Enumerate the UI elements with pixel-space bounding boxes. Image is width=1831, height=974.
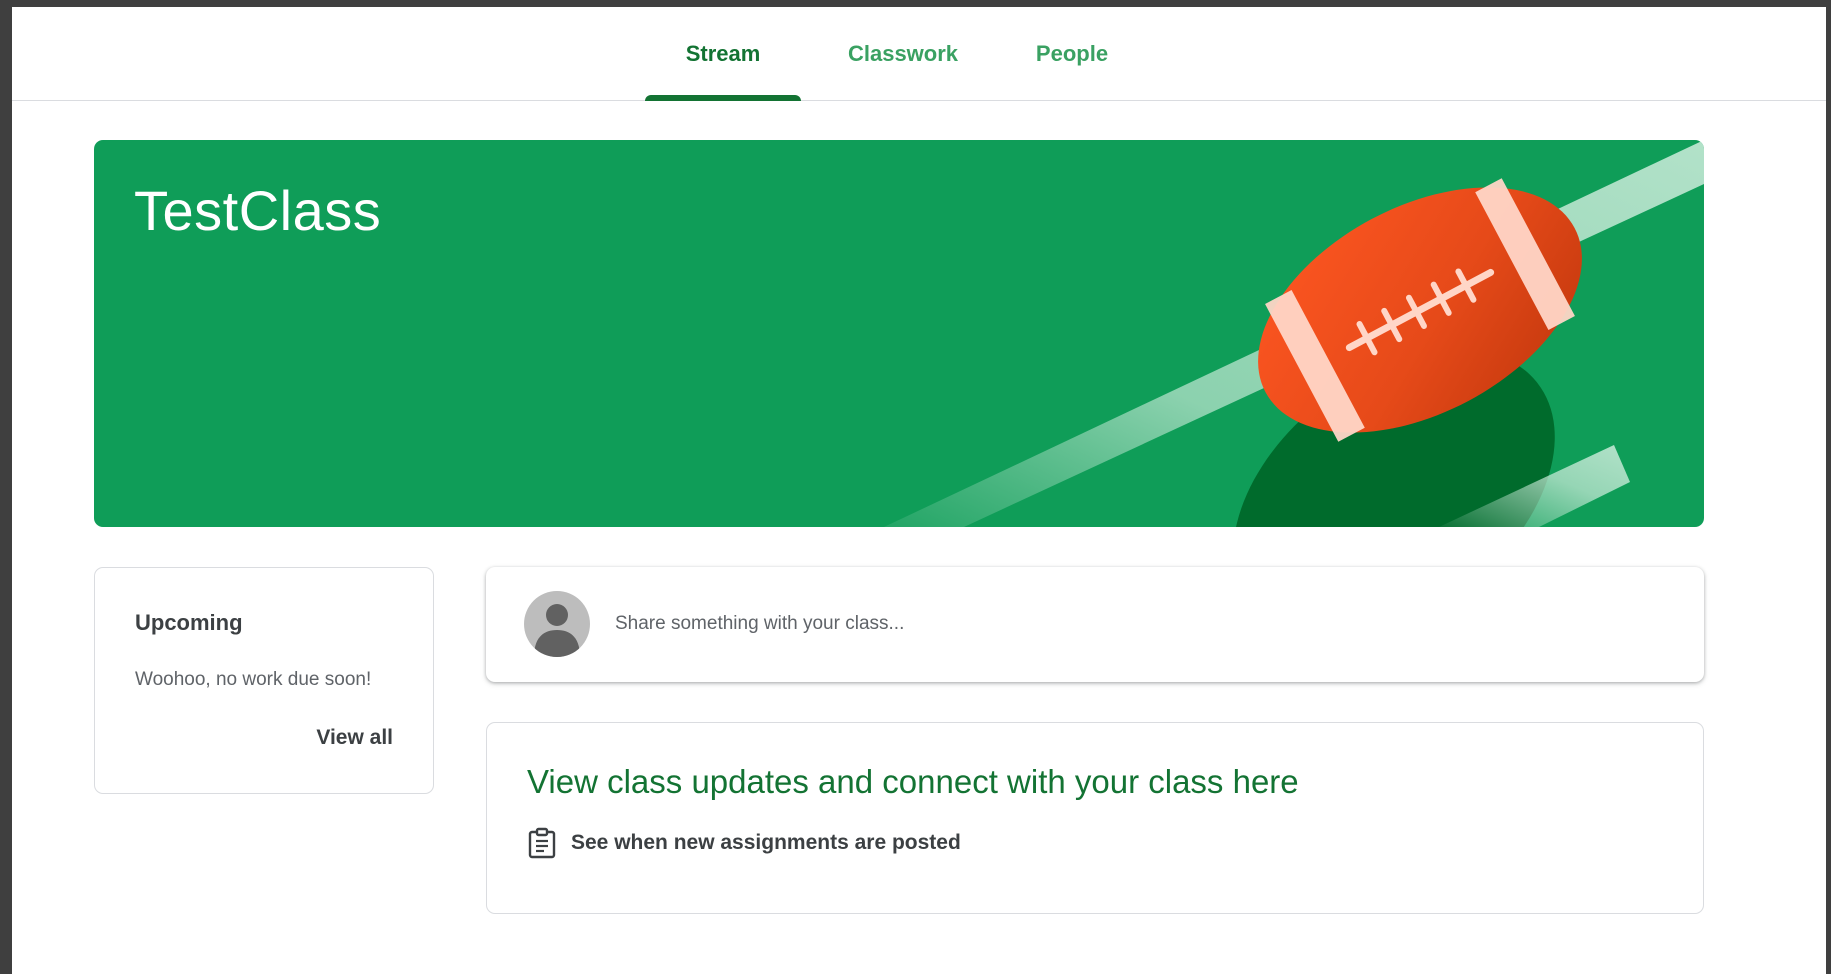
upcoming-title: Upcoming (135, 610, 243, 635)
avatar (524, 591, 590, 657)
class-title: TestClass (134, 179, 382, 242)
updates-item-label: See when new assignments are posted (571, 831, 961, 854)
tab-people[interactable]: People (1014, 7, 1130, 100)
tab-stream-label: Stream (685, 40, 761, 66)
tab-classwork[interactable]: Classwork (831, 7, 975, 100)
top-navigation: Stream Classwork People (12, 7, 1826, 101)
updates-item: See when new assignments are posted (527, 827, 961, 859)
tab-people-label: People (1035, 40, 1109, 66)
share-input[interactable]: Share something with your class... (615, 613, 904, 635)
class-updates-card: View class updates and connect with your… (486, 722, 1704, 914)
class-banner: TestClass (94, 140, 1704, 527)
app-window: Stream Classwork People TestClass Upcomi… (0, 0, 1831, 974)
upcoming-empty-message: Woohoo, no work due soon! (135, 669, 372, 690)
tab-classwork-label: Classwork (847, 40, 959, 66)
view-all-link[interactable]: View all (316, 726, 393, 750)
updates-heading: View class updates and connect with your… (527, 763, 1299, 800)
tab-stream[interactable]: Stream (645, 7, 801, 101)
tab-active-indicator (645, 95, 801, 101)
upcoming-card: Upcoming Woohoo, no work due soon! View … (94, 567, 434, 794)
person-icon (534, 604, 580, 657)
share-box[interactable]: Share something with your class... (486, 567, 1704, 682)
assignment-clipboard-icon (528, 827, 556, 859)
